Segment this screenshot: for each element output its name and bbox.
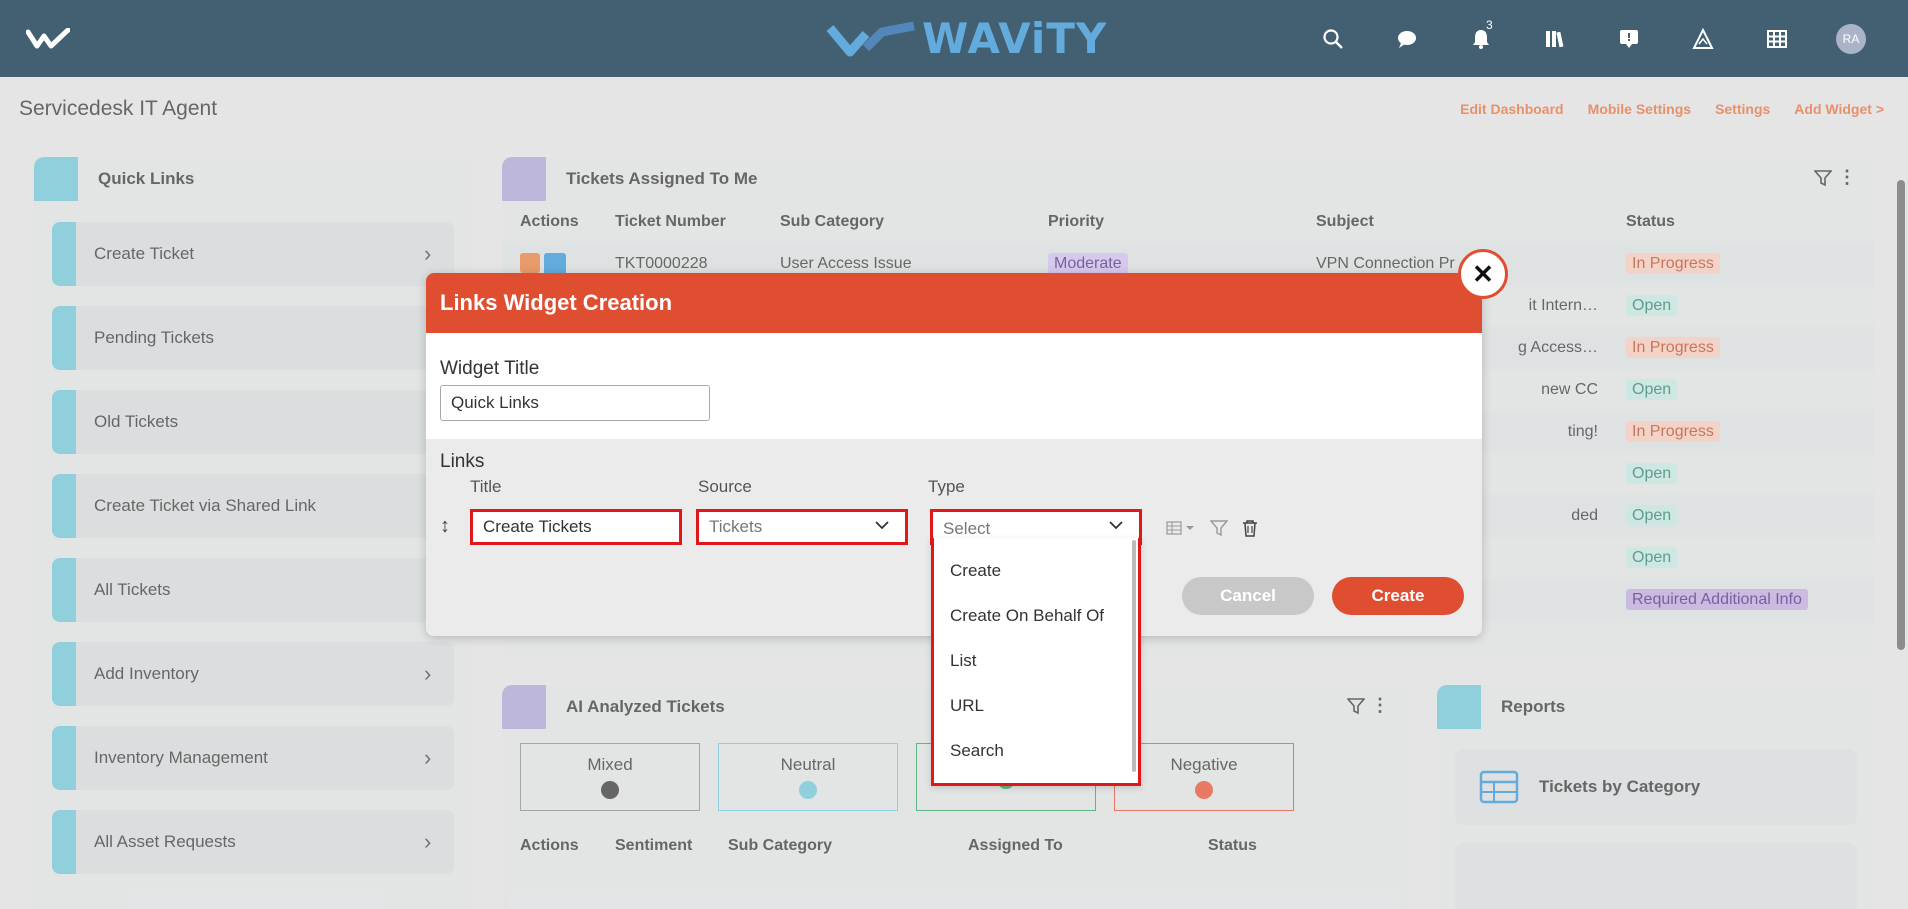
type-option-url[interactable]: URL (934, 683, 1138, 728)
type-option-list[interactable]: List (934, 638, 1138, 683)
source-select[interactable]: Tickets (696, 509, 908, 545)
link-title-input[interactable]: Create Tickets (470, 509, 682, 545)
chevron-down-icon (875, 521, 889, 530)
table-view-icon[interactable] (1166, 521, 1196, 540)
drag-handle-icon[interactable]: ↕ (440, 515, 450, 538)
filter-icon[interactable] (1209, 519, 1229, 542)
widget-title-label: Widget Title (440, 358, 540, 379)
title-column-label: Title (470, 477, 502, 496)
modal-title: Links Widget Creation (440, 290, 673, 315)
type-option-create-on-behalf[interactable]: Create On Behalf Of (934, 593, 1138, 638)
type-option-create[interactable]: Create (934, 548, 1138, 593)
widget-title-input[interactable]: Quick Links (440, 385, 710, 421)
delete-trash-icon[interactable] (1242, 519, 1258, 542)
source-column-label: Source (698, 477, 752, 496)
type-option-search[interactable]: Search (934, 728, 1138, 773)
cancel-button[interactable]: Cancel (1182, 577, 1314, 615)
chevron-down-icon (1109, 521, 1123, 530)
type-dropdown-menu: Create Create On Behalf Of List URL Sear… (931, 538, 1141, 786)
type-column-label: Type (928, 477, 965, 496)
close-icon[interactable]: ✕ (1458, 249, 1508, 299)
dropdown-scrollbar[interactable] (1132, 540, 1136, 772)
links-label: Links (440, 451, 485, 472)
create-button[interactable]: Create (1332, 577, 1464, 615)
